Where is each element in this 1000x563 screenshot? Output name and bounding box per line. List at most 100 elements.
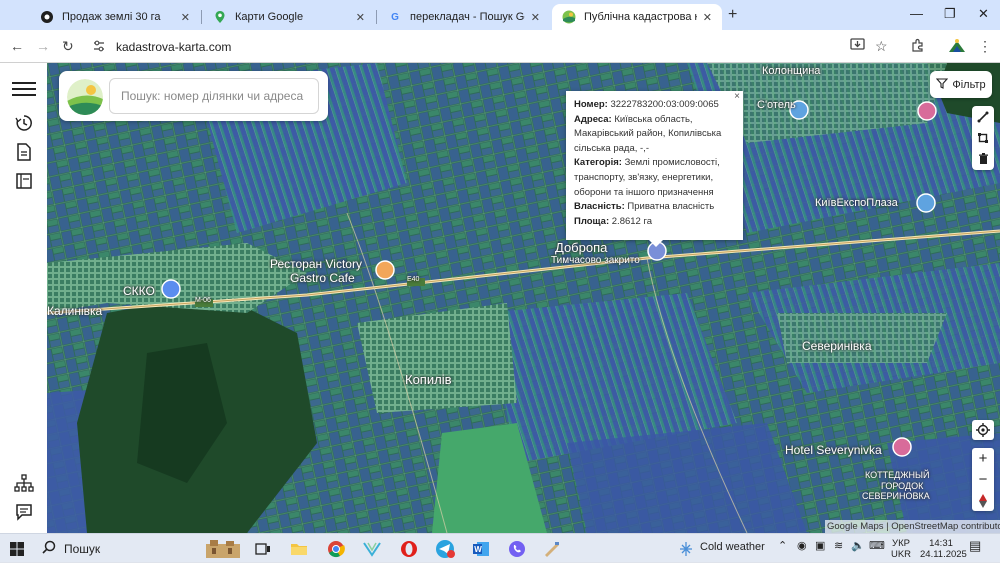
close-popup-icon[interactable]: × — [734, 92, 740, 102]
forward-icon[interactable]: → — [36, 38, 50, 54]
back-icon[interactable]: ← — [10, 38, 24, 54]
app-brush-icon[interactable] — [541, 538, 563, 560]
tab-land-sale[interactable]: Продаж землі 30 га ✕ — [30, 4, 200, 30]
search-input[interactable] — [109, 78, 319, 114]
poi-marker-icon[interactable] — [916, 193, 936, 213]
weather-icon[interactable] — [676, 538, 696, 560]
app-taskbar-icon[interactable] — [361, 538, 383, 560]
book-icon[interactable] — [12, 169, 36, 193]
map-label-kyivexpoplaza: КиївЕкспоПлаза — [815, 197, 898, 209]
task-view-icon[interactable] — [252, 538, 274, 560]
chrome-taskbar-icon[interactable] — [325, 538, 347, 560]
tab-cadastral-map[interactable]: Публічна кадастрова карта Ук ✕ — [552, 4, 722, 30]
taskbar-search[interactable]: Пошук — [34, 537, 246, 560]
measure-line-icon[interactable] — [972, 106, 994, 127]
parcel-ownership-row: Власність: Приватна власність — [574, 201, 715, 213]
tab-title: перекладач - Пошук Google — [410, 11, 525, 23]
close-tab-icon[interactable]: ✕ — [356, 11, 365, 24]
map-attribution: Google Maps | OpenStreetMap contributors — [825, 520, 1000, 533]
parcel-number-row: Номер: 3222783200:03:009:0065 — [574, 99, 719, 110]
map-label-skko: СККО — [123, 284, 155, 298]
tray-device-icon[interactable]: ▣ — [815, 541, 825, 552]
close-tab-icon[interactable]: ✕ — [703, 11, 712, 24]
close-tab-icon[interactable]: ✕ — [181, 11, 190, 24]
filter-funnel-icon — [936, 77, 949, 92]
zoom-controls: + − — [972, 448, 994, 511]
windows-start-icon[interactable] — [6, 538, 28, 560]
new-tab-button[interactable]: + — [728, 6, 737, 24]
google-icon: G — [391, 11, 399, 23]
tab-title: Продаж землі 30 га — [62, 11, 161, 23]
profile-avatar-icon[interactable] — [948, 38, 966, 57]
close-window-icon[interactable]: ✕ — [978, 6, 989, 22]
chat-feedback-icon[interactable] — [12, 500, 36, 524]
bookmark-star-icon[interactable]: ☆ — [875, 38, 888, 55]
opera-icon[interactable] — [398, 538, 420, 560]
map-label-hotel: Hotel Severynivka — [785, 443, 882, 457]
weather-label[interactable]: Cold weather — [700, 542, 765, 553]
address-bar[interactable]: kadastrova-karta.com — [86, 34, 846, 59]
parcel-address-row: Адреса: Київська область, Макарівський р… — [574, 113, 722, 154]
road-label: E40 — [407, 276, 420, 283]
volume-icon[interactable]: 🔈 — [851, 541, 865, 552]
wifi-icon[interactable]: ≋ — [834, 541, 843, 552]
viber-icon[interactable] — [506, 538, 528, 560]
input-language[interactable]: УКР UKR — [890, 538, 912, 560]
document-icon[interactable] — [12, 140, 36, 164]
zoom-in-button[interactable]: + — [972, 448, 994, 469]
install-app-icon[interactable] — [850, 38, 865, 55]
tab-strip: Продаж землі 30 га ✕ Карти Google ✕ G пе… — [0, 0, 1000, 30]
parcel-category-row: Категорія: Землі промисловості, транспор… — [574, 157, 720, 198]
minimize-icon[interactable]: — — [910, 6, 923, 21]
file-explorer-icon[interactable] — [288, 538, 310, 560]
hotel-marker-icon[interactable] — [917, 101, 937, 121]
extensions-icon[interactable] — [911, 38, 925, 55]
tray-chevron-icon[interactable]: ⌃ — [778, 541, 787, 552]
sitemap-icon[interactable] — [12, 471, 36, 495]
svg-text:W: W — [474, 545, 482, 554]
trash-icon[interactable] — [972, 148, 994, 169]
tab-google-search[interactable]: G перекладач - Пошук Google ✕ — [378, 4, 550, 30]
keyboard-icon[interactable]: ⌨ — [869, 541, 885, 552]
site-info-icon[interactable] — [92, 39, 108, 55]
close-tab-icon[interactable]: ✕ — [531, 11, 540, 24]
restore-icon[interactable]: ❐ — [944, 6, 956, 22]
clock[interactable]: 14:31 24.11.2025 — [920, 538, 967, 560]
geolocate-button[interactable] — [972, 420, 994, 440]
map-label-severynivka: Северинівка — [802, 339, 872, 353]
cadastral-map[interactable]: Ресторан Victory Gastro Cafe Добропа Тим… — [47, 63, 1000, 533]
reload-icon[interactable]: ↻ — [62, 38, 74, 55]
map-label-dobropak: Добропа — [555, 240, 608, 255]
search-highlight-icon — [200, 538, 246, 560]
tray-app-icon[interactable]: ◉ — [797, 541, 807, 552]
parcel-area-row: Площа: 2.8612 га — [574, 215, 653, 227]
map-canvas — [47, 63, 1000, 533]
history-icon[interactable] — [12, 111, 36, 135]
measure-area-icon[interactable] — [972, 127, 994, 148]
tab-title: Публічна кадастрова карта Ук — [584, 11, 697, 23]
parcel-area: 2.8612 га — [611, 215, 653, 227]
zoom-out-button[interactable]: − — [972, 469, 994, 490]
popup-pointer — [649, 240, 663, 247]
parcel-info-popup: × Номер: 3222783200:03:009:0065 Адреса: … — [566, 91, 743, 240]
map-label-restaurant: Gastro Cafe — [290, 271, 355, 285]
tab-google-maps[interactable]: Карти Google ✕ — [203, 4, 375, 30]
tab-title: Карти Google — [235, 11, 304, 23]
restaurant-marker-icon[interactable] — [375, 260, 395, 280]
notifications-icon[interactable]: ▤ — [969, 539, 981, 552]
browser-menu-icon[interactable]: ⋮ — [978, 38, 992, 55]
filter-label: Фільтр — [952, 78, 986, 91]
cadastral-map-icon — [562, 10, 576, 24]
cadastral-logo-icon[interactable] — [67, 79, 103, 115]
taskbar-search-label: Пошук — [64, 541, 101, 556]
hotel-marker-icon[interactable] — [892, 437, 912, 457]
hamburger-menu-icon[interactable] — [12, 77, 36, 101]
reset-north-icon[interactable] — [972, 490, 994, 511]
map-label-kalynivka: Калинівка — [47, 304, 103, 318]
search-icon — [42, 540, 56, 557]
map-label-shotel: С'отель — [757, 99, 796, 111]
telegram-icon[interactable] — [434, 538, 456, 560]
filter-button[interactable]: Фільтр — [930, 71, 992, 98]
word-icon[interactable]: W — [470, 538, 492, 560]
poi-marker-icon[interactable] — [161, 279, 181, 299]
